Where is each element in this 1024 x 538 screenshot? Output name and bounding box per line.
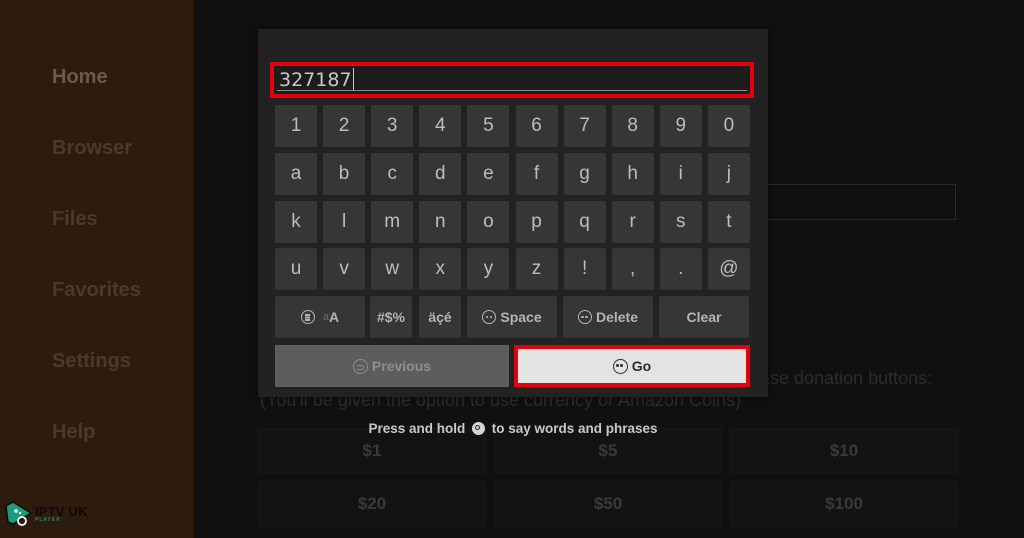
case-toggle-upper: A — [329, 309, 340, 325]
key-digit-1-row0[interactable]: 2 — [323, 105, 366, 147]
key-char-5-row3[interactable]: z — [515, 248, 558, 291]
voice-hint: Press and hold to say words and phrases — [0, 421, 1024, 436]
key-digit-6-row0[interactable]: 7 — [563, 105, 606, 147]
symbols-key[interactable]: #$% — [370, 296, 412, 338]
key-digit-9-row0[interactable]: 0 — [707, 105, 750, 147]
key-digit-4-row0[interactable]: 5 — [467, 105, 510, 147]
voice-hint-prefix: Press and hold — [368, 421, 466, 436]
key-char-0-row3[interactable]: u — [275, 248, 317, 291]
delete-key-label: Delete — [595, 309, 639, 325]
sidebar-item-files[interactable]: Files — [52, 208, 98, 231]
key-char-1-row3[interactable]: v — [323, 248, 366, 291]
key-digit-7-row0[interactable]: 8 — [611, 105, 654, 147]
play-pause-button-icon — [482, 310, 497, 324]
key-char-0-row2[interactable]: k — [275, 200, 317, 243]
key-char-1-row2[interactable]: l — [323, 200, 366, 243]
onscreen-keyboard: 327187 1234567890 abcdefghij klmnopqrst uvw… — [258, 29, 768, 397]
key-char-8-row1[interactable]: i — [659, 152, 702, 195]
go-button-label: Go — [631, 358, 652, 374]
sidebar: Home Browser Files Favorites Settings He… — [0, 0, 193, 538]
sidebar-item-browser[interactable]: Browser — [52, 137, 132, 160]
previous-button-label: Previous — [371, 358, 432, 374]
rewind-button-icon — [577, 310, 592, 324]
key-char-9-row3[interactable]: @ — [707, 248, 750, 291]
text-caret — [352, 68, 354, 90]
key-char-0-row1[interactable]: a — [275, 152, 317, 195]
key-char-8-row2[interactable]: s — [659, 200, 702, 243]
key-char-7-row2[interactable]: r — [611, 200, 654, 243]
donate-button-20[interactable]: $20 — [258, 481, 486, 527]
key-char-6-row3[interactable]: ! — [563, 248, 606, 291]
previous-button[interactable]: Previous — [275, 345, 509, 387]
accents-key[interactable]: äçé — [419, 296, 461, 338]
key-digit-5-row0[interactable]: 6 — [515, 105, 558, 147]
key-char-5-row2[interactable]: p — [515, 200, 558, 243]
sidebar-item-favorites[interactable]: Favorites — [52, 279, 141, 302]
key-char-9-row2[interactable]: t — [707, 200, 750, 243]
back-button-icon — [352, 358, 368, 374]
key-char-6-row1[interactable]: g — [563, 152, 606, 195]
space-key-label: Space — [500, 309, 542, 325]
space-key[interactable]: Space — [467, 296, 557, 338]
donation-instructions-line1: ase donation buttons: — [760, 368, 933, 388]
key-char-8-row3[interactable]: . — [659, 248, 702, 291]
text-input-value: 327187 — [279, 69, 352, 91]
key-digit-8-row0[interactable]: 9 — [659, 105, 702, 147]
key-char-5-row1[interactable]: f — [515, 152, 558, 195]
donate-button-50[interactable]: $50 — [494, 481, 722, 527]
go-button[interactable]: Go — [514, 345, 750, 387]
key-char-9-row1[interactable]: j — [707, 152, 750, 195]
clear-key[interactable]: Clear — [659, 296, 749, 338]
case-toggle-key[interactable]: aA — [275, 296, 365, 338]
key-char-4-row2[interactable]: o — [467, 200, 510, 243]
watermark-logo: IPTV UK PLAYER — [3, 500, 88, 528]
microphone-button-icon — [471, 422, 485, 435]
delete-key[interactable]: Delete — [563, 296, 653, 338]
key-char-4-row3[interactable]: y — [467, 248, 510, 291]
background-input-field — [760, 184, 956, 220]
menu-button-icon — [300, 310, 315, 324]
sidebar-item-home[interactable]: Home — [52, 66, 108, 89]
key-digit-3-row0[interactable]: 4 — [419, 105, 462, 147]
key-char-1-row1[interactable]: b — [323, 152, 366, 195]
donate-button-100[interactable]: $100 — [730, 481, 958, 527]
key-digit-0-row0[interactable]: 1 — [275, 105, 317, 147]
play-pause-button-icon — [612, 358, 628, 374]
play-logo-icon — [5, 501, 33, 526]
key-char-3-row2[interactable]: n — [419, 200, 462, 243]
key-char-3-row1[interactable]: d — [419, 152, 462, 195]
key-char-2-row3[interactable]: w — [371, 248, 414, 291]
voice-hint-suffix: to say words and phrases — [491, 421, 658, 436]
key-char-6-row2[interactable]: q — [563, 200, 606, 243]
text-input-field[interactable]: 327187 — [270, 62, 754, 98]
sidebar-item-settings[interactable]: Settings — [52, 350, 131, 373]
key-digit-2-row0[interactable]: 3 — [371, 105, 414, 147]
key-char-3-row3[interactable]: x — [419, 248, 462, 291]
key-char-7-row3[interactable]: , — [611, 248, 654, 291]
key-char-4-row1[interactable]: e — [467, 152, 510, 195]
key-char-7-row1[interactable]: h — [611, 152, 654, 195]
key-char-2-row1[interactable]: c — [371, 152, 414, 195]
key-char-2-row2[interactable]: m — [371, 200, 414, 243]
